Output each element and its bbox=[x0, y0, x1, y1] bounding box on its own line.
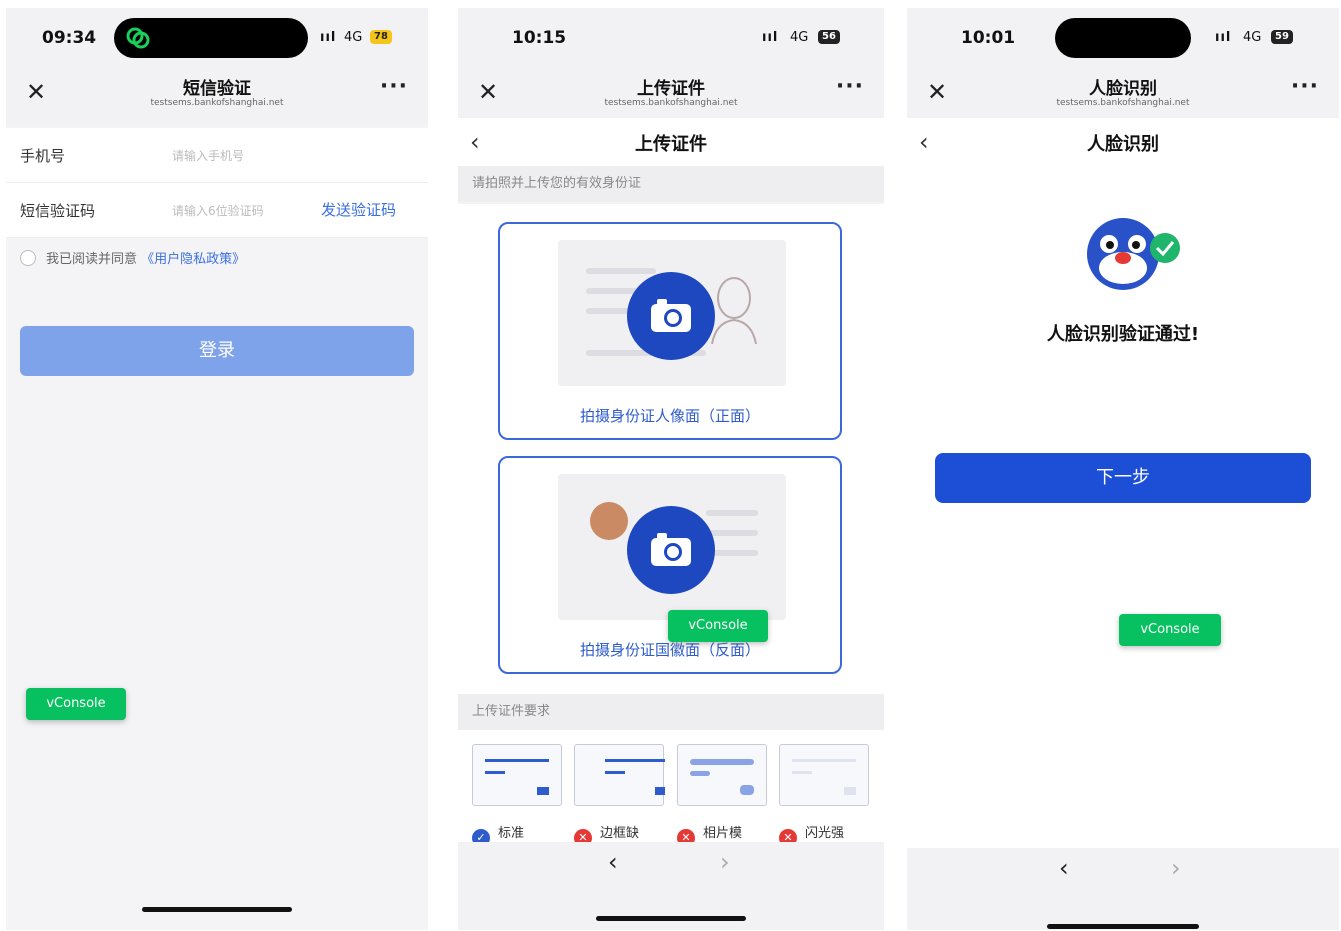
code-label: 短信验证码 bbox=[20, 202, 96, 220]
page-heading: 人脸识别 bbox=[1087, 134, 1159, 155]
requirements-list: ✓ 标准 ✕ 边框缺 ✕ 相片模 ✕ 闪光强 bbox=[458, 730, 884, 850]
face-recognition-screen: 10:01 ııl 4G 59 ✕ 人脸识别 testsems.bankofsh… bbox=[907, 8, 1339, 930]
requirements-title: 上传证件要求 bbox=[458, 694, 884, 730]
next-step-button[interactable]: 下一步 bbox=[935, 453, 1311, 503]
browser-navbar: ✕ 短信验证 testsems.bankofshanghai.net ··· bbox=[6, 68, 428, 124]
camera-icon[interactable] bbox=[627, 506, 715, 594]
more-icon[interactable]: ··· bbox=[836, 74, 864, 99]
agreement: 我已阅读并同意 《用户隐私政策》 bbox=[20, 248, 245, 267]
status-bar: 09:34 ııl 4G 78 bbox=[6, 8, 428, 68]
dynamic-island bbox=[114, 18, 308, 58]
phone-row: 手机号 请输入手机号 bbox=[6, 128, 428, 183]
browser-forward-icon[interactable]: › bbox=[1171, 854, 1181, 882]
browser-back-icon[interactable]: ‹ bbox=[1059, 854, 1069, 882]
vconsole-button[interactable]: vConsole bbox=[26, 688, 126, 720]
page-url: testsems.bankofshanghai.net bbox=[604, 98, 738, 108]
home-indicator bbox=[596, 916, 746, 921]
phone-input[interactable]: 请输入手机号 bbox=[172, 147, 244, 164]
privacy-policy-link[interactable]: 《用户隐私政策》 bbox=[141, 252, 245, 267]
phone-label: 手机号 bbox=[20, 147, 66, 165]
status-bar: 10:01 ııl 4G 59 bbox=[907, 8, 1339, 68]
browser-navbar: ✕ 人脸识别 testsems.bankofshanghai.net ··· bbox=[907, 68, 1339, 124]
status-time: 09:34 bbox=[42, 28, 97, 48]
status-time: 10:15 bbox=[512, 28, 567, 48]
agree-text: 我已阅读并同意 bbox=[46, 252, 138, 267]
national-emblem-icon bbox=[590, 502, 628, 540]
agree-radio[interactable] bbox=[20, 250, 36, 266]
page-header: ‹ 上传证件 bbox=[458, 118, 884, 166]
vconsole-button[interactable]: vConsole bbox=[1119, 614, 1221, 646]
status-bar: 10:15 ııl 4G 56 bbox=[458, 8, 884, 68]
login-button[interactable]: 登录 bbox=[20, 326, 414, 376]
page-url: testsems.bankofshanghai.net bbox=[150, 98, 284, 108]
page-url: testsems.bankofshanghai.net bbox=[1056, 98, 1190, 108]
req-example-glare bbox=[779, 744, 869, 806]
wechat-icon bbox=[126, 27, 150, 49]
page-title: 短信验证 bbox=[183, 79, 251, 99]
network-type: 4G bbox=[790, 30, 809, 45]
battery-icon: 59 bbox=[1271, 30, 1293, 44]
req-example-cropped bbox=[574, 744, 665, 806]
browser-navbar: ✕ 上传证件 testsems.bankofshanghai.net ··· bbox=[458, 68, 884, 124]
code-row: 短信验证码 请输入6位验证码 发送验证码 bbox=[6, 183, 428, 238]
browser-toolbar: ‹ › bbox=[458, 842, 884, 930]
id-front-card[interactable]: 拍摄身份证人像面（正面） bbox=[498, 222, 842, 440]
network-type: 4G bbox=[1243, 30, 1262, 45]
home-indicator bbox=[142, 907, 292, 912]
page-heading: 上传证件 bbox=[635, 134, 707, 155]
upload-hint: 请拍照并上传您的有效身份证 bbox=[458, 166, 884, 202]
network-type: 4G bbox=[344, 30, 363, 45]
vconsole-button[interactable]: vConsole bbox=[668, 610, 768, 642]
req-example-blurry bbox=[677, 744, 767, 806]
signal-icon: ııl bbox=[320, 30, 337, 45]
battery-icon: 78 bbox=[370, 30, 392, 44]
home-indicator bbox=[1047, 924, 1199, 929]
id-front-caption: 拍摄身份证人像面（正面） bbox=[579, 407, 760, 425]
code-input[interactable]: 请输入6位验证码 bbox=[172, 202, 264, 219]
battery-icon: 56 bbox=[818, 30, 840, 44]
send-code-button[interactable]: 发送验证码 bbox=[321, 199, 396, 220]
more-icon[interactable]: ··· bbox=[1291, 74, 1319, 99]
verification-result: 人脸识别验证通过! bbox=[1046, 324, 1200, 345]
sms-verification-screen: 09:34 ııl 4G 78 ✕ 短信验证 testsems.bankofsh… bbox=[6, 8, 428, 930]
page-title: 人脸识别 bbox=[1089, 79, 1157, 99]
signal-icon: ııl bbox=[762, 30, 779, 45]
page-title: 上传证件 bbox=[637, 79, 705, 99]
login-form: 手机号 请输入手机号 短信验证码 请输入6位验证码 发送验证码 bbox=[6, 128, 428, 238]
signal-icon: ııl bbox=[1215, 30, 1232, 45]
camera-icon[interactable] bbox=[627, 272, 715, 360]
browser-back-icon[interactable]: ‹ bbox=[608, 848, 618, 876]
browser-forward-icon[interactable]: › bbox=[720, 848, 730, 876]
dynamic-island bbox=[1055, 18, 1191, 58]
upload-id-screen: 10:15 ııl 4G 56 ✕ 上传证件 testsems.bankofsh… bbox=[458, 8, 884, 930]
page-header: ‹ 人脸识别 bbox=[907, 118, 1339, 166]
status-time: 10:01 bbox=[961, 28, 1016, 48]
req-example-standard bbox=[472, 744, 562, 806]
more-icon[interactable]: ··· bbox=[380, 74, 408, 99]
mascot-success-icon bbox=[1087, 218, 1180, 290]
browser-toolbar: ‹ › bbox=[907, 848, 1339, 930]
id-back-caption: 拍摄身份证国徽面（反面） bbox=[579, 641, 760, 659]
